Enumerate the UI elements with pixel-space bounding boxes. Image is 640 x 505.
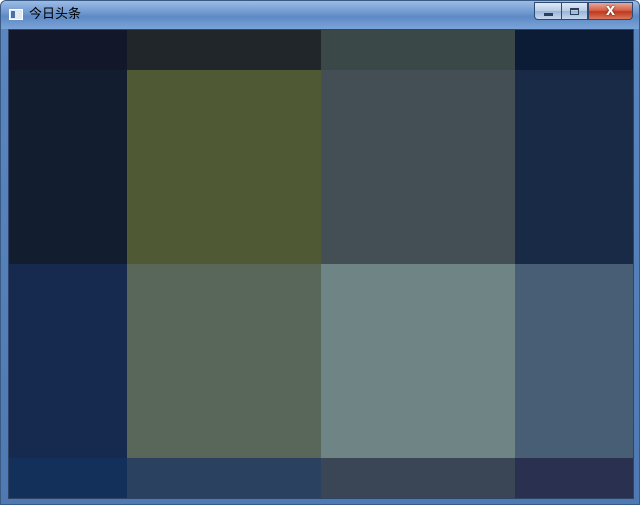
- color-block: [515, 30, 633, 70]
- color-block: [515, 264, 633, 458]
- color-block: [9, 458, 127, 498]
- pixel-block-image: [9, 30, 633, 498]
- content-area[interactable]: [8, 29, 634, 499]
- window-title: 今日头条: [29, 7, 82, 22]
- window-app-icon[interactable]: [9, 9, 23, 20]
- color-block: [127, 30, 321, 70]
- color-block: [9, 30, 127, 70]
- maximize-icon: [570, 7, 579, 15]
- minimize-button[interactable]: [534, 2, 561, 20]
- color-block: [9, 264, 127, 458]
- color-block: [321, 458, 515, 498]
- color-block: [321, 70, 515, 264]
- app-window: 今日头条 X: [0, 0, 640, 505]
- color-block: [515, 458, 633, 498]
- color-block: [321, 30, 515, 70]
- color-block: [127, 70, 321, 264]
- color-block: [515, 70, 633, 264]
- maximize-button[interactable]: [561, 2, 588, 20]
- color-block: [127, 264, 321, 458]
- color-block: [127, 458, 321, 498]
- caption-buttons: X: [534, 2, 633, 21]
- minimize-icon: [543, 12, 553, 16]
- title-bar[interactable]: 今日头条 X: [1, 1, 639, 29]
- close-icon: X: [605, 4, 616, 18]
- close-button[interactable]: X: [588, 2, 633, 20]
- color-block: [9, 70, 127, 264]
- color-block: [321, 264, 515, 458]
